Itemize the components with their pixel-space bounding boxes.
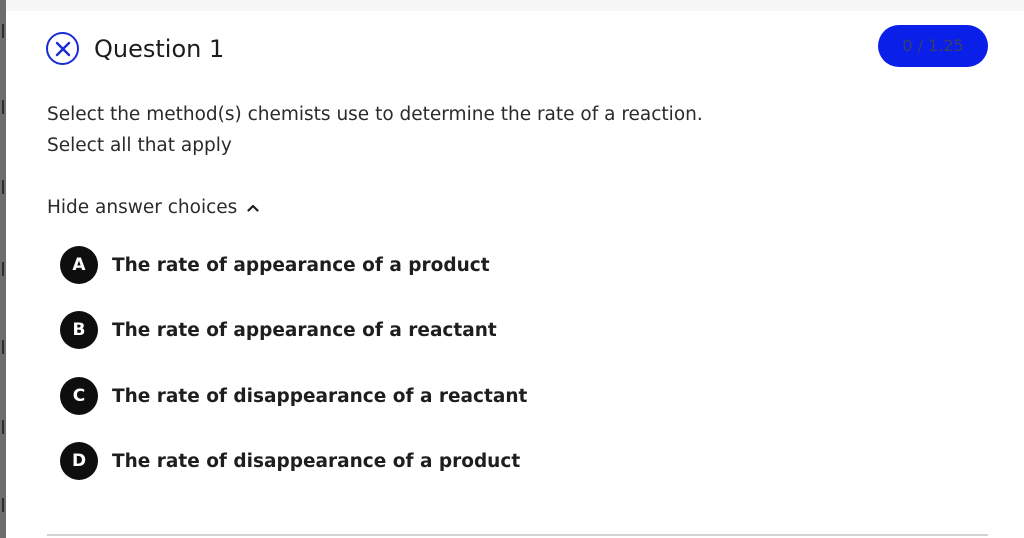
edge-tick: [2, 498, 4, 512]
choice-text: The rate of appearance of a product: [112, 254, 490, 276]
section-divider: [47, 534, 988, 536]
choice-letter-badge: C: [60, 377, 98, 415]
choice-text: The rate of appearance of a reactant: [112, 319, 497, 341]
edge-tick: [2, 24, 4, 38]
edge-tick: [2, 262, 4, 276]
x-circle-icon: [46, 32, 79, 65]
question-instruction: Select all that apply: [47, 135, 232, 156]
question-prompt: Select the method(s) chemists use to det…: [47, 99, 703, 161]
score-badge: 0 / 1.25: [878, 25, 988, 67]
choice-text: The rate of disappearance of a reactant: [112, 385, 528, 407]
question-panel: Question 1 0 / 1.25 Select the method(s)…: [6, 11, 1024, 538]
choice-a[interactable]: A The rate of appearance of a product: [60, 245, 660, 285]
edge-tick: [2, 340, 4, 354]
choice-letter-badge: B: [60, 311, 98, 349]
choice-text: The rate of disappearance of a product: [112, 450, 521, 472]
choice-letter-badge: D: [60, 442, 98, 480]
choice-d[interactable]: D The rate of disappearance of a product: [60, 441, 660, 481]
edge-tick: [2, 180, 4, 194]
toggle-label: Hide answer choices: [47, 197, 238, 218]
choice-letter-badge: A: [60, 246, 98, 284]
edge-tick: [2, 420, 4, 434]
question-text: Select the method(s) chemists use to det…: [47, 104, 703, 125]
edge-tick: [2, 100, 4, 114]
hide-answer-choices-toggle[interactable]: Hide answer choices: [47, 194, 259, 222]
question-title: Question 1: [94, 35, 225, 63]
chevron-up-icon: [247, 204, 259, 212]
choice-c[interactable]: C The rate of disappearance of a reactan…: [60, 376, 660, 416]
question-header: Question 1 0 / 1.25: [46, 25, 988, 75]
choice-b[interactable]: B The rate of appearance of a reactant: [60, 310, 660, 350]
